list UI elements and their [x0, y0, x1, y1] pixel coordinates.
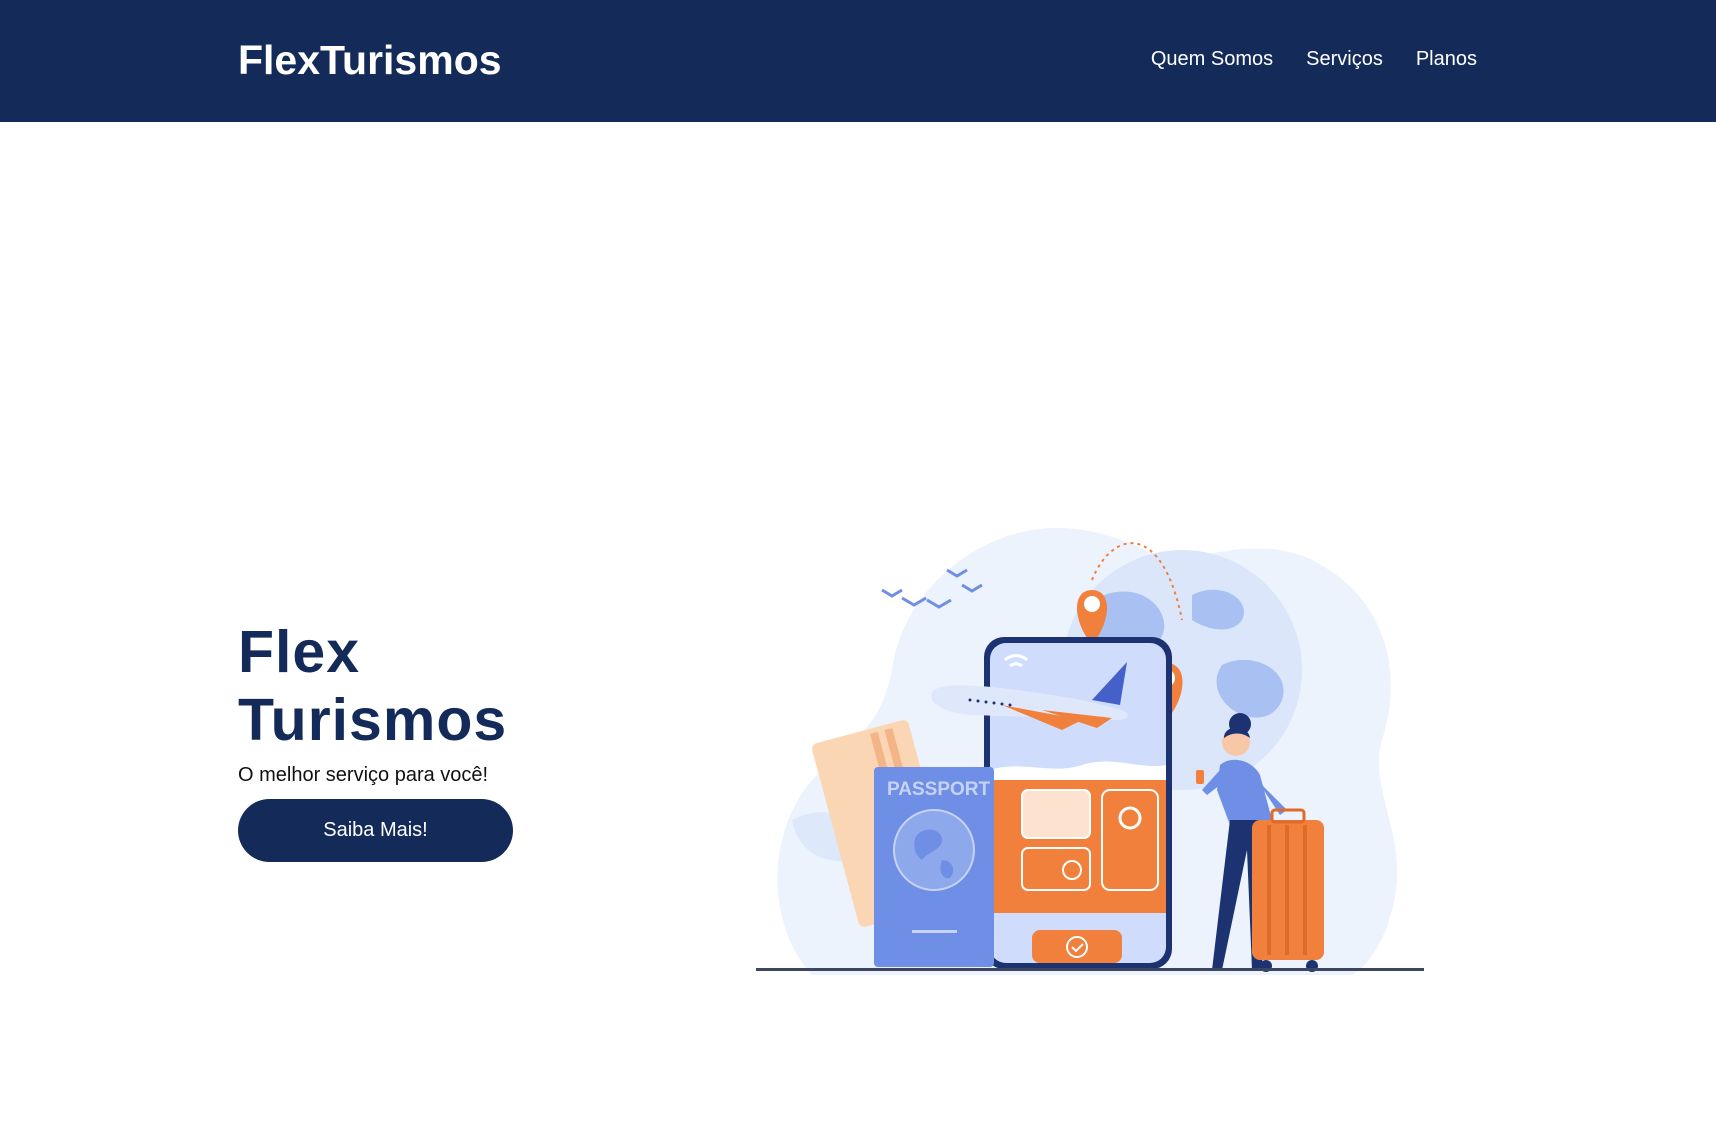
passport-icon: PASSPORT [874, 767, 994, 967]
luggage-icon [1252, 808, 1324, 972]
hero-title: Flex Turismos [238, 618, 658, 754]
nav-link-quem-somos[interactable]: Quem Somos [1151, 46, 1273, 72]
hero-section: Flex Turismos O melhor serviço para você… [238, 618, 658, 862]
main-nav: Quem Somos Serviços Planos [1151, 46, 1477, 72]
smartphone [984, 637, 1172, 969]
hero-title-line1: Flex [238, 619, 361, 685]
hero-subtitle: O melhor serviço para você! [238, 764, 489, 786]
ground-line [756, 968, 1424, 971]
travel-illustration: PASSPORT [756, 527, 1424, 975]
brand-logo[interactable]: FlexTurismos [238, 35, 502, 85]
ticket-icon [1021, 789, 1091, 839]
hero-title-line2: Turismos [238, 687, 508, 753]
nav-link-servicos[interactable]: Serviços [1306, 46, 1383, 72]
top-navbar: FlexTurismos Quem Somos Serviços Planos [0, 0, 1716, 122]
nav-link-planos[interactable]: Planos [1416, 46, 1477, 72]
passport-label: PASSPORT [887, 779, 991, 800]
saiba-mais-button[interactable]: Saiba Mais! [238, 799, 513, 862]
